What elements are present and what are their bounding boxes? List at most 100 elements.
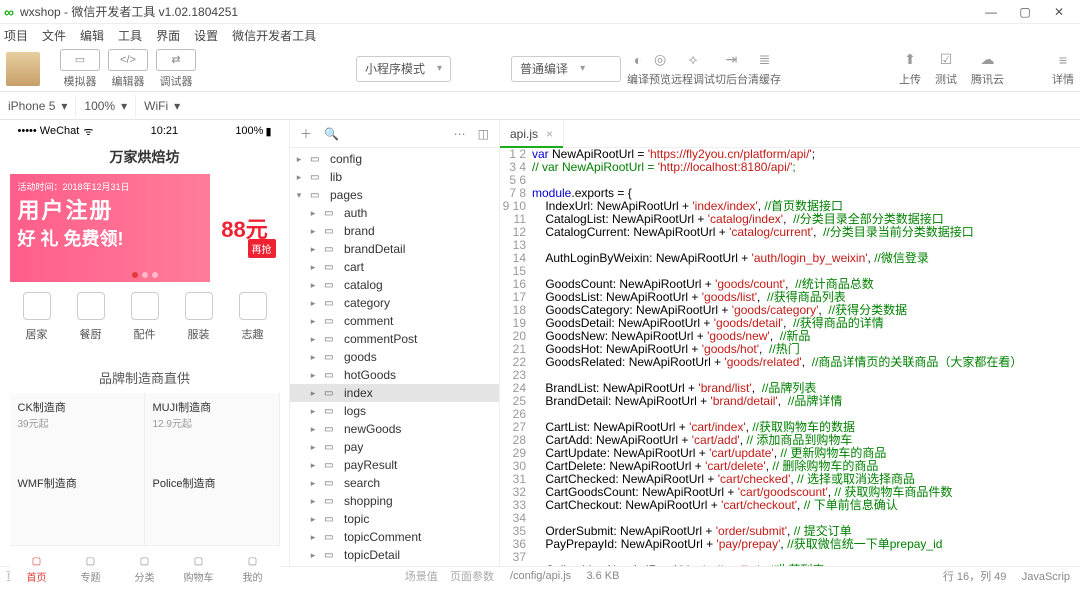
search-icon[interactable]: 🔍 bbox=[324, 127, 339, 141]
folder-auth[interactable]: ▸▭auth bbox=[290, 204, 499, 222]
folder-config[interactable]: ▸▭config bbox=[290, 150, 499, 168]
folder-brand[interactable]: ▸▭brand bbox=[290, 222, 499, 240]
view-simulator-button[interactable]: ▭模拟器 bbox=[60, 49, 100, 89]
brand-card[interactable]: MUJI制造商12.9元起 bbox=[145, 393, 280, 469]
menu-设置[interactable]: 设置 bbox=[194, 27, 218, 44]
more-icon[interactable]: ⋯ bbox=[454, 127, 466, 141]
app-logo: ∞ bbox=[4, 4, 14, 20]
folder-category[interactable]: ▸▭category bbox=[290, 294, 499, 312]
view-editor-button[interactable]: </>编辑器 bbox=[108, 49, 148, 89]
folder-hotGoods[interactable]: ▸▭hotGoods bbox=[290, 366, 499, 384]
battery-label: 100% bbox=[235, 125, 263, 137]
remote-debug-button[interactable]: ⟡远程调试 bbox=[671, 51, 715, 87]
banner-stamp: 再抢 bbox=[248, 239, 276, 258]
phone-frame: ••••• WeChat ᯤ 10:21 100% ▮ 万家烘焙坊 活动时间：2… bbox=[10, 120, 280, 593]
category-icon bbox=[239, 292, 267, 320]
close-button[interactable]: ✕ bbox=[1042, 2, 1076, 22]
tree-label: payResult bbox=[344, 458, 397, 472]
phone-tabbar: ▢首页▢专题▢分类▢购物车▢我的 bbox=[10, 545, 280, 593]
category-label: 服装 bbox=[188, 326, 210, 342]
device-select[interactable]: iPhone 5▾ bbox=[0, 94, 75, 118]
phone-tab[interactable]: ▢我的 bbox=[226, 546, 280, 593]
status-file-size: 3.6 KB bbox=[586, 570, 619, 582]
menu-界面[interactable]: 界面 bbox=[156, 27, 180, 44]
category-item[interactable]: 志趣 bbox=[239, 292, 267, 352]
new-file-icon[interactable]: ＋ bbox=[300, 125, 312, 142]
folder-pages[interactable]: ▾▭pages bbox=[290, 186, 499, 204]
folder-shopping[interactable]: ▸▭shopping bbox=[290, 492, 499, 510]
folder-logs[interactable]: ▸▭logs bbox=[290, 402, 499, 420]
folder-lib[interactable]: ▸▭lib bbox=[290, 168, 499, 186]
folder-goods[interactable]: ▸▭goods bbox=[290, 348, 499, 366]
folder-cart[interactable]: ▸▭cart bbox=[290, 258, 499, 276]
folder-brandDetail[interactable]: ▸▭brandDetail bbox=[290, 240, 499, 258]
folder-newGoods[interactable]: ▸▭newGoods bbox=[290, 420, 499, 438]
maximize-button[interactable]: ▢ bbox=[1008, 2, 1042, 22]
folder-commentPost[interactable]: ▸▭commentPost bbox=[290, 330, 499, 348]
phone-tab[interactable]: ▢购物车 bbox=[172, 546, 226, 593]
menu-项目[interactable]: 项目 bbox=[4, 27, 28, 44]
folder-topic[interactable]: ▸▭topic bbox=[290, 510, 499, 528]
category-item[interactable]: 服装 bbox=[185, 292, 213, 352]
main-toolbar: ▭模拟器 </>编辑器 ⇄调试器 小程序模式▾ 普通编译▾ ◐编译 ◎预览 ⟡远… bbox=[0, 46, 1080, 92]
menu-微信开发者工具[interactable]: 微信开发者工具 bbox=[232, 27, 316, 44]
network-select[interactable]: WiFi▾ bbox=[136, 94, 188, 118]
status-language: JavaScrip bbox=[1022, 571, 1070, 583]
phone-tab[interactable]: ▢分类 bbox=[118, 546, 172, 593]
category-item[interactable]: 配件 bbox=[131, 292, 159, 352]
menu-文件[interactable]: 文件 bbox=[42, 27, 66, 44]
chevron-down-icon: ▾ bbox=[174, 99, 180, 113]
folder-topicComment[interactable]: ▸▭topicComment bbox=[290, 528, 499, 546]
clear-cache-button[interactable]: ≣清缓存 bbox=[748, 51, 781, 87]
tree-label: config bbox=[330, 152, 362, 166]
compile-select[interactable]: 普通编译▾ bbox=[511, 56, 621, 82]
mode-select[interactable]: 小程序模式▾ bbox=[356, 56, 451, 82]
split-icon[interactable]: ◫ bbox=[478, 127, 489, 141]
user-avatar[interactable] bbox=[6, 52, 40, 86]
phone-time: 10:21 bbox=[151, 125, 179, 137]
banner[interactable]: 活动时间：2018年12月31日 用户注册 好 礼 免费领! 88元 再抢 bbox=[10, 174, 280, 282]
phone-tab-label: 我的 bbox=[243, 569, 263, 584]
tree-arrow-icon: ▸ bbox=[308, 298, 318, 309]
folder-icon: ▭ bbox=[324, 244, 338, 255]
brand-card[interactable]: CK制造商39元起 bbox=[10, 393, 145, 469]
folder-index[interactable]: ▸▭index bbox=[290, 384, 499, 402]
category-item[interactable]: 餐厨 bbox=[77, 292, 105, 352]
category-item[interactable]: 居家 bbox=[23, 292, 51, 352]
phone-tab[interactable]: ▢专题 bbox=[64, 546, 118, 593]
view-debugger-button[interactable]: ⇄调试器 bbox=[156, 49, 196, 89]
brand-card[interactable]: WMF制造商 bbox=[10, 469, 145, 545]
close-tab-icon[interactable]: × bbox=[546, 127, 553, 141]
compile-button[interactable]: ◐编译 bbox=[627, 51, 649, 87]
status-file-path: /config/api.js bbox=[510, 570, 571, 582]
cut-bg-button[interactable]: ⇥切后台 bbox=[715, 51, 748, 87]
chevron-down-icon: ▾ bbox=[61, 99, 67, 113]
chevron-down-icon: ▾ bbox=[121, 99, 127, 113]
folder-search[interactable]: ▸▭search bbox=[290, 474, 499, 492]
menu-工具[interactable]: 工具 bbox=[118, 27, 142, 44]
code-editor[interactable]: 1 2 3 4 5 6 7 8 9 10 11 12 13 14 15 16 1… bbox=[500, 148, 1080, 566]
editor-tab-api[interactable]: api.js × bbox=[500, 120, 564, 148]
zoom-select[interactable]: 100%▾ bbox=[76, 94, 135, 118]
folder-catalog[interactable]: ▸▭catalog bbox=[290, 276, 499, 294]
test-button[interactable]: ☑测试 bbox=[935, 51, 957, 87]
brand-cards-row-1: CK制造商39元起MUJI制造商12.9元起 bbox=[10, 393, 280, 469]
folder-payResult[interactable]: ▸▭payResult bbox=[290, 456, 499, 474]
folder-icon: ▭ bbox=[324, 262, 338, 273]
phone-tab[interactable]: ▢首页 bbox=[10, 546, 64, 593]
tree-arrow-icon: ▸ bbox=[308, 352, 318, 363]
brand-card[interactable]: Police制造商 bbox=[145, 469, 280, 545]
detail-button[interactable]: ≡详情 bbox=[1052, 51, 1074, 87]
category-label: 配件 bbox=[134, 326, 156, 342]
folder-comment[interactable]: ▸▭comment bbox=[290, 312, 499, 330]
menu-编辑[interactable]: 编辑 bbox=[80, 27, 104, 44]
section-title: 品牌制造商直供 bbox=[10, 362, 280, 393]
preview-button[interactable]: ◎预览 bbox=[649, 51, 671, 87]
tencent-cloud-button[interactable]: ☁腾讯云 bbox=[971, 51, 1004, 87]
brand-sub: 39元起 bbox=[18, 415, 136, 430]
tree-arrow-icon: ▸ bbox=[308, 334, 318, 345]
folder-pay[interactable]: ▸▭pay bbox=[290, 438, 499, 456]
folder-topicDetail[interactable]: ▸▭topicDetail bbox=[290, 546, 499, 564]
minimize-button[interactable]: ― bbox=[974, 2, 1008, 22]
upload-button[interactable]: ⬆上传 bbox=[899, 51, 921, 87]
